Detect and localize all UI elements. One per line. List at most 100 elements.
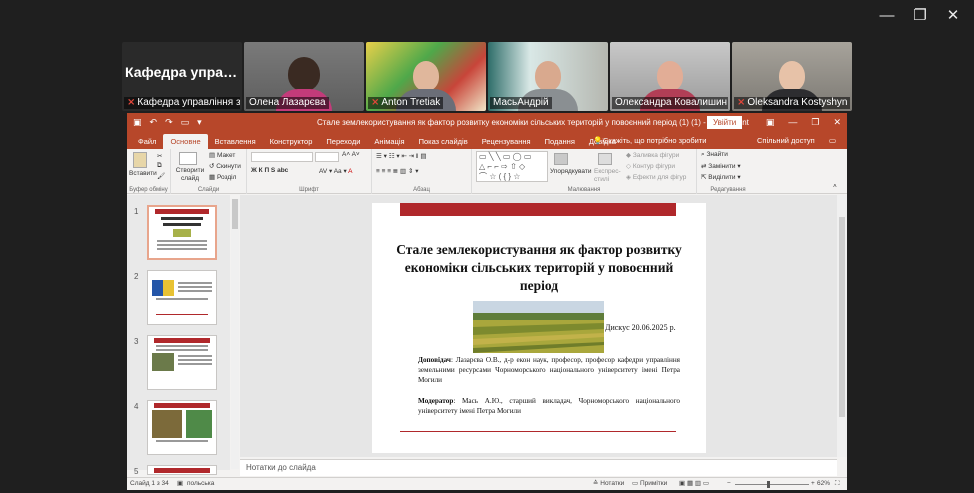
arrange-icon[interactable] xyxy=(554,153,568,167)
participant-tile-lazarieva[interactable]: Олена Лазарєва xyxy=(244,42,364,111)
tab-view[interactable]: Подання xyxy=(538,134,582,149)
slide-thumbnail[interactable] xyxy=(147,400,217,455)
new-slide-button[interactable]: Створити слайд xyxy=(175,167,205,183)
screen: — ❐ ✕ Кафедра управ... ⨯ Кафедра управлі… xyxy=(0,0,974,493)
slide-editor: Стале землекористування як фактор розвит… xyxy=(240,195,837,457)
mic-muted-icon: ⨯ xyxy=(737,97,746,108)
share-button[interactable]: Спільний доступ xyxy=(757,132,815,149)
save-icon[interactable]: ▣ xyxy=(133,113,142,132)
participant-tile-mas[interactable]: МасьАндрій xyxy=(488,42,608,111)
close-button[interactable]: ✕ xyxy=(942,6,964,26)
tab-home[interactable]: Основне xyxy=(163,134,208,149)
notes-pane[interactable]: Нотатки до слайда xyxy=(240,459,837,476)
ppt-title-bar: ▣ ↶ ↷ ▭ ▾ Стале землекористування як фак… xyxy=(127,113,847,132)
font-size-select[interactable] xyxy=(315,152,339,162)
spellcheck-icon[interactable]: ▣ xyxy=(177,478,183,490)
align-buttons[interactable]: ≡ ≡ ≡ ≣ ▥ ⇕ ▾ xyxy=(376,167,419,175)
slide-thumbnails-pane: 1 2 3 4 5 xyxy=(127,195,230,476)
tab-transitions[interactable]: Переходи xyxy=(319,134,367,149)
shape-effects-button[interactable]: ◈ Ефекти для фігур xyxy=(626,173,686,181)
language-indicator[interactable]: польська xyxy=(187,478,214,490)
tab-insert[interactable]: Вставлення xyxy=(208,134,263,149)
font-name-select[interactable] xyxy=(251,152,313,162)
redo-icon[interactable]: ↷ xyxy=(165,113,173,132)
slide-thumbnail[interactable] xyxy=(147,270,217,325)
reset-button[interactable]: ↺ Скинути xyxy=(209,162,241,170)
participant-name: Anton Tretiak xyxy=(381,97,441,108)
replace-button[interactable]: ⇄ Замінити ▾ xyxy=(701,162,741,170)
speaker-text: : Лазарєва О.В., д-р екон наук, професор… xyxy=(418,356,680,384)
ribbon-options-icon[interactable]: ▣ xyxy=(766,113,775,132)
cut-icon[interactable]: ✂ xyxy=(157,152,162,160)
signin-button[interactable]: Увійти xyxy=(707,116,743,129)
font-style-buttons[interactable]: Ж К П S abc xyxy=(251,167,288,174)
zoom-slider-thumb[interactable] xyxy=(767,481,770,488)
shape-outline-button[interactable]: ◇ Контур фігури xyxy=(626,162,675,170)
arrange-button[interactable]: Упорядкувати xyxy=(550,168,591,175)
comments-toggle[interactable]: ▭ Примітки xyxy=(632,478,667,490)
format-painter-icon[interactable]: 🖌 xyxy=(157,172,165,180)
ppt-close-icon[interactable]: ✕ xyxy=(833,113,841,132)
list-buttons[interactable]: ☰ ▾ ☷ ▾ ⇤ ⇥ ‖ ▤ xyxy=(376,152,427,160)
view-buttons[interactable]: ▣ ▦ ▥ ▭ xyxy=(679,478,709,490)
new-slide-icon[interactable] xyxy=(179,152,197,167)
participant-tile-department[interactable]: Кафедра управ... ⨯ Кафедра управління з.… xyxy=(122,42,242,111)
copy-icon[interactable]: ⧉ xyxy=(157,162,162,170)
restore-button[interactable]: ❐ xyxy=(909,6,931,26)
ribbon-tabs: Файл Основне Вставлення Конструктор Пере… xyxy=(127,132,847,149)
tab-design[interactable]: Конструктор xyxy=(263,134,320,149)
status-bar: Слайд 1 з 34 ▣ польська ≙ Нотатки ▭ Прим… xyxy=(127,477,847,490)
present-icon[interactable]: ▭ xyxy=(181,113,190,132)
participant-strip: Кафедра управ... ⨯ Кафедра управління з.… xyxy=(122,42,852,111)
tab-review[interactable]: Рецензування xyxy=(475,134,538,149)
undo-icon[interactable]: ↶ xyxy=(150,113,158,132)
zoom-slider[interactable] xyxy=(735,484,809,485)
quick-styles-button[interactable]: Експрес-стилі xyxy=(594,168,622,184)
tab-animations[interactable]: Анімація xyxy=(367,134,411,149)
tab-file[interactable]: Файл xyxy=(131,134,163,149)
quick-styles-icon[interactable] xyxy=(598,153,612,167)
shape-fill-button[interactable]: ◆ Заливка фігури xyxy=(626,151,679,159)
paste-button[interactable]: Вставити xyxy=(129,170,157,177)
select-button[interactable]: ⇱ Виділити ▾ xyxy=(701,173,741,181)
customize-icon[interactable]: ▾ xyxy=(197,113,202,132)
zoom-in-icon[interactable]: + xyxy=(811,478,815,490)
zoom-level[interactable]: 62% xyxy=(817,478,830,490)
ppt-restore-icon[interactable]: ❐ xyxy=(811,113,819,132)
group-label: Малювання xyxy=(567,187,601,193)
collapse-ribbon-icon[interactable]: ˄ xyxy=(833,183,837,190)
participant-name: Олександра Ковалишин xyxy=(615,97,728,108)
slide-thumbnail[interactable] xyxy=(147,335,217,390)
slide-top-bar xyxy=(400,203,676,216)
find-button[interactable]: ⌕ Знайти xyxy=(701,151,728,159)
layout-button[interactable]: ▤ Макет xyxy=(209,151,235,159)
zoom-out-icon[interactable]: − xyxy=(727,478,731,490)
slide-thumbnail[interactable] xyxy=(147,465,217,475)
ribbon-home: Вставити ✂ ⧉ 🖌 Буфер обміну Створити сла… xyxy=(127,149,847,194)
slide-thumbnail[interactable] xyxy=(147,205,217,260)
tell-me-box[interactable]: Скажіть, що потрібно зробити xyxy=(603,132,707,149)
participant-name: Олена Лазарєва xyxy=(249,97,326,108)
participant-tile-kostyshyn[interactable]: ⨯ Oleksandra Kostyshyn xyxy=(732,42,852,111)
participant-tile-tretiak[interactable]: ⨯ Anton Tretiak xyxy=(366,42,486,111)
font-color-icon[interactable]: AV ▾ Aa ▾ A xyxy=(319,167,353,175)
group-label: Абзац xyxy=(413,187,430,193)
slide-scrollbar[interactable] xyxy=(837,195,847,457)
fit-slide-icon[interactable]: ⛶ xyxy=(835,478,840,490)
slide-canvas[interactable]: Стале землекористування як фактор розвит… xyxy=(372,203,706,453)
notes-toggle[interactable]: ≙ Нотатки xyxy=(593,478,624,490)
group-slides: Створити слайд ▤ Макет ↺ Скинути ▦ Розді… xyxy=(171,149,247,194)
comments-icon[interactable]: ▭ xyxy=(829,132,836,149)
tab-slideshow[interactable]: Показ слайдів xyxy=(412,134,475,149)
participant-name: МасьАндрій xyxy=(493,97,549,108)
minimize-button[interactable]: — xyxy=(876,6,898,26)
paste-icon[interactable] xyxy=(133,152,147,170)
ppt-minimize-icon[interactable]: — xyxy=(788,113,797,132)
group-label: Буфер обміну xyxy=(129,187,168,193)
grow-font-icon[interactable]: A˄ A˅ xyxy=(342,151,360,158)
section-button[interactable]: ▦ Розділ xyxy=(209,173,236,181)
thumbnail-scrollbar[interactable] xyxy=(231,199,239,469)
shapes-gallery[interactable]: ▭ ╲ ╲ ▭ ◯ ▭ △ ⌐ ⌐ ⇨ ⇧ ◇ ⌒ ☆ ( { } ☆ xyxy=(476,151,548,182)
participant-tile-kovalyshyn[interactable]: Олександра Ковалишин xyxy=(610,42,730,111)
ppt-window-controls: ▣ — ❐ ✕ xyxy=(766,113,841,132)
